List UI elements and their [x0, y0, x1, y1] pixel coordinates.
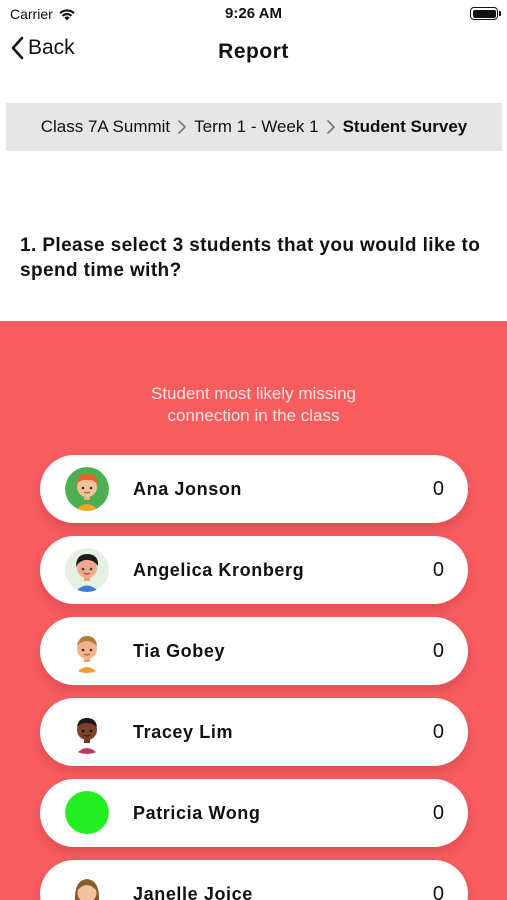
breadcrumb: Class 7A Summit Term 1 - Week 1 Student …	[6, 103, 502, 151]
green-placeholder-avatar	[65, 791, 109, 835]
battery-icon	[470, 7, 501, 20]
boy-black-hair-avatar	[65, 548, 109, 592]
student-row[interactable]: Tracey Lim 0	[40, 698, 468, 766]
student-score: 0	[432, 640, 444, 662]
student-name: Angelica Kronberg	[133, 560, 305, 580]
student-row[interactable]: Angelica Kronberg 0	[40, 536, 468, 604]
student-row[interactable]: Tia Gobey 0	[40, 617, 468, 685]
student-name: Tracey Lim	[133, 722, 234, 742]
student-row[interactable]: Patricia Wong 0	[40, 779, 468, 847]
student-row[interactable]: Ana Jonson 0	[40, 455, 468, 523]
student-score: 0	[432, 559, 444, 581]
girl-brown-hair-avatar	[65, 872, 109, 900]
clock: 9:26 AM	[225, 5, 282, 22]
panel-caption-line-2: connection in the class	[167, 406, 340, 425]
student-row[interactable]: Janelle Joice 0	[40, 860, 468, 900]
student-score: 0	[432, 721, 444, 743]
panel-caption: Student most likely missing connection i…	[0, 383, 507, 427]
breadcrumb-item-current: Student Survey	[342, 117, 468, 136]
panel-caption-line-1: Student most likely missing	[150, 384, 357, 403]
boy-brown-hair-avatar	[65, 629, 109, 673]
breadcrumb-item-class[interactable]: Class 7A Summit	[41, 117, 170, 137]
student-name: Patricia Wong	[133, 803, 261, 823]
results-panel: Student most likely missing connection i…	[0, 321, 507, 900]
student-score: 0	[432, 802, 444, 824]
navigation-bar: Back Report	[0, 28, 507, 76]
student-score: 0	[432, 883, 444, 900]
chevron-right-icon	[178, 120, 186, 134]
chevron-right-icon	[326, 120, 335, 134]
student-name: Tia Gobey	[133, 641, 226, 661]
student-score: 0	[432, 478, 444, 500]
student-name: Ana Jonson	[133, 479, 243, 499]
breadcrumb-item-term[interactable]: Term 1 - Week 1	[194, 117, 318, 137]
survey-question: 1. Please select 3 students that you wou…	[20, 235, 481, 281]
boy-dark-skin-avatar	[65, 710, 109, 754]
page-title: Report	[218, 40, 289, 63]
student-name: Janelle Joice	[133, 884, 253, 900]
boy-redhead-avatar	[65, 467, 109, 511]
status-bar: Carrier 9:26 AM	[0, 0, 507, 28]
